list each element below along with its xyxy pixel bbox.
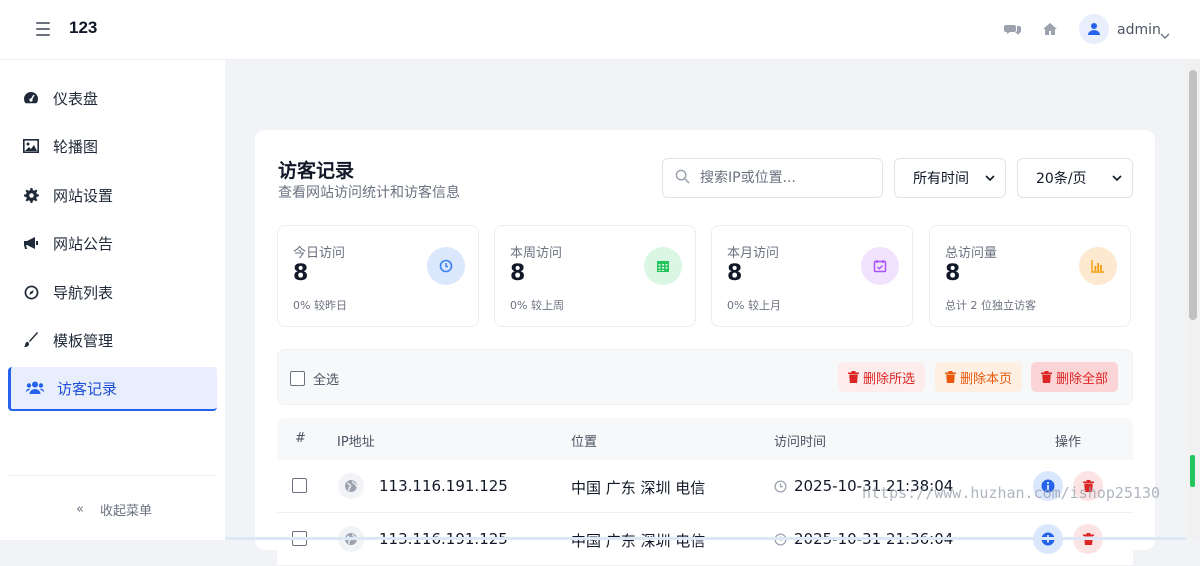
col-index: #: [295, 431, 306, 446]
sidebar-item-nav-list[interactable]: 导航列表: [8, 270, 217, 314]
delete-selected-button[interactable]: 删除所选: [838, 362, 926, 392]
menu-toggle-icon[interactable]: [36, 22, 50, 36]
sidebar-item-label: 仪表盘: [53, 89, 99, 108]
image-icon: [22, 137, 40, 155]
sidebar-item-label: 模板管理: [53, 331, 114, 350]
clock-icon: [774, 479, 787, 493]
col-location: 位置: [571, 435, 598, 450]
bulk-action-toolbar: 全选 删除所选 删除本页 删除全部: [277, 349, 1133, 405]
stat-value: 8: [727, 261, 743, 286]
sidebar-item-announcements[interactable]: 网站公告: [8, 221, 217, 265]
stat-label: 总访问量: [945, 246, 998, 261]
stat-value: 8: [510, 261, 526, 286]
stat-label: 本周访问: [510, 246, 563, 261]
calendar-icon: [644, 247, 682, 285]
sidebar-item-label: 轮播图: [53, 137, 99, 156]
delete-selected-label: 删除所选: [863, 371, 916, 387]
home-icon[interactable]: [1042, 21, 1060, 39]
page-size-select[interactable]: 20条/页: [1017, 158, 1133, 198]
sidebar-item-dashboard[interactable]: 仪表盘: [8, 76, 217, 120]
clock-icon: [427, 247, 465, 285]
sidebar-item-visitor-logs[interactable]: 访客记录: [8, 367, 217, 411]
sidebar-item-label: 网站设置: [53, 186, 114, 205]
stat-note: 总计 2 位独立访客: [945, 299, 1036, 312]
row-checkbox[interactable]: [292, 478, 307, 493]
sidebar-item-label: 导航列表: [53, 283, 114, 302]
megaphone-icon: [22, 234, 40, 252]
col-time: 访问时间: [774, 435, 827, 450]
collapse-menu-button[interactable]: « 收起菜单: [76, 500, 152, 519]
delete-all-button[interactable]: 删除全部: [1031, 362, 1119, 392]
location: 中国 广东 深圳 电信: [571, 532, 706, 550]
time-filter-value: 所有时间: [913, 171, 969, 187]
sidebar-item-site-settings[interactable]: 网站设置: [8, 173, 217, 217]
stat-note: 0% 较昨日: [293, 299, 347, 312]
page-scrollbar[interactable]: [1186, 60, 1200, 540]
trash-icon: [848, 371, 859, 383]
scrollbar-thumb[interactable]: [1189, 70, 1197, 320]
sidebar-item-label: 访客记录: [57, 379, 118, 398]
table-header: # IP地址 位置 访问时间 操作: [277, 418, 1133, 460]
sidebar-item-templates[interactable]: 模板管理: [8, 318, 217, 362]
stat-value: 8: [293, 261, 309, 286]
collapse-menu-label: 收起菜单: [99, 504, 152, 519]
delete-page-label: 删除本页: [960, 371, 1013, 387]
page-subtitle: 查看网站访问统计和访客信息: [278, 185, 460, 201]
select-all-checkbox[interactable]: 全选: [290, 369, 339, 388]
col-ip: IP地址: [337, 435, 375, 450]
chevron-down-icon: [1112, 170, 1122, 186]
dashboard-icon: [22, 89, 40, 107]
watermark-text: https://www.huzhan.com/ishop25130: [862, 484, 1161, 502]
search-input[interactable]: [700, 170, 870, 186]
col-actions: 操作: [1055, 435, 1082, 450]
page-size-value: 20条/页: [1036, 171, 1087, 187]
stat-label: 今日访问: [293, 246, 346, 261]
stat-card-total: 总访问量 8 总计 2 位独立访客: [929, 225, 1131, 327]
double-chevron-left-icon: «: [76, 502, 84, 517]
bar-chart-icon: [1079, 247, 1117, 285]
compass-icon: [22, 283, 40, 301]
stat-value: 8: [945, 261, 961, 286]
trash-icon: [1041, 371, 1052, 383]
app-title: 123: [69, 18, 98, 37]
stat-note: 0% 较上周: [510, 299, 564, 312]
chevron-down-icon: [985, 170, 995, 186]
select-all-label: 全选: [313, 373, 340, 388]
trash-icon: [945, 371, 956, 383]
delete-all-label: 删除全部: [1056, 371, 1109, 387]
stat-card-today: 今日访问 8 0% 较昨日: [277, 225, 479, 327]
comments-icon[interactable]: [1004, 21, 1022, 39]
delete-page-button[interactable]: 删除本页: [935, 362, 1023, 392]
stat-note: 0% 较上月: [727, 299, 781, 312]
stat-card-week: 本周访问 8 0% 较上周: [494, 225, 696, 327]
users-icon: [26, 379, 44, 397]
chevron-down-icon[interactable]: [1160, 25, 1170, 44]
stat-card-month: 本月访问 8 0% 较上月: [711, 225, 913, 327]
search-icon: [675, 169, 690, 188]
gear-icon: [22, 186, 40, 204]
ip-address: 113.116.191.125: [379, 477, 508, 495]
checkbox[interactable]: [290, 371, 305, 386]
sidebar-item-carousel[interactable]: 轮播图: [8, 124, 217, 168]
globe-icon: [338, 473, 364, 499]
search-box[interactable]: [662, 158, 883, 198]
page-title: 访客记录: [278, 160, 355, 182]
top-bar: 123 admin: [0, 0, 1200, 60]
sidebar-item-label: 网站公告: [53, 234, 114, 253]
time-filter-select[interactable]: 所有时间: [894, 158, 1006, 198]
stat-label: 本月访问: [727, 246, 780, 261]
location: 中国 广东 深圳 电信: [571, 479, 706, 497]
username[interactable]: admin: [1117, 22, 1161, 38]
brush-icon: [22, 331, 40, 349]
scroll-indicator: [1190, 455, 1195, 487]
avatar[interactable]: [1079, 14, 1109, 44]
sidebar: 仪表盘 轮播图 网站设置 网站公告 导航列表 模板管理 访客记录 « 收起菜单: [0, 60, 225, 540]
divider: [8, 475, 217, 476]
calendar-check-icon: [861, 247, 899, 285]
